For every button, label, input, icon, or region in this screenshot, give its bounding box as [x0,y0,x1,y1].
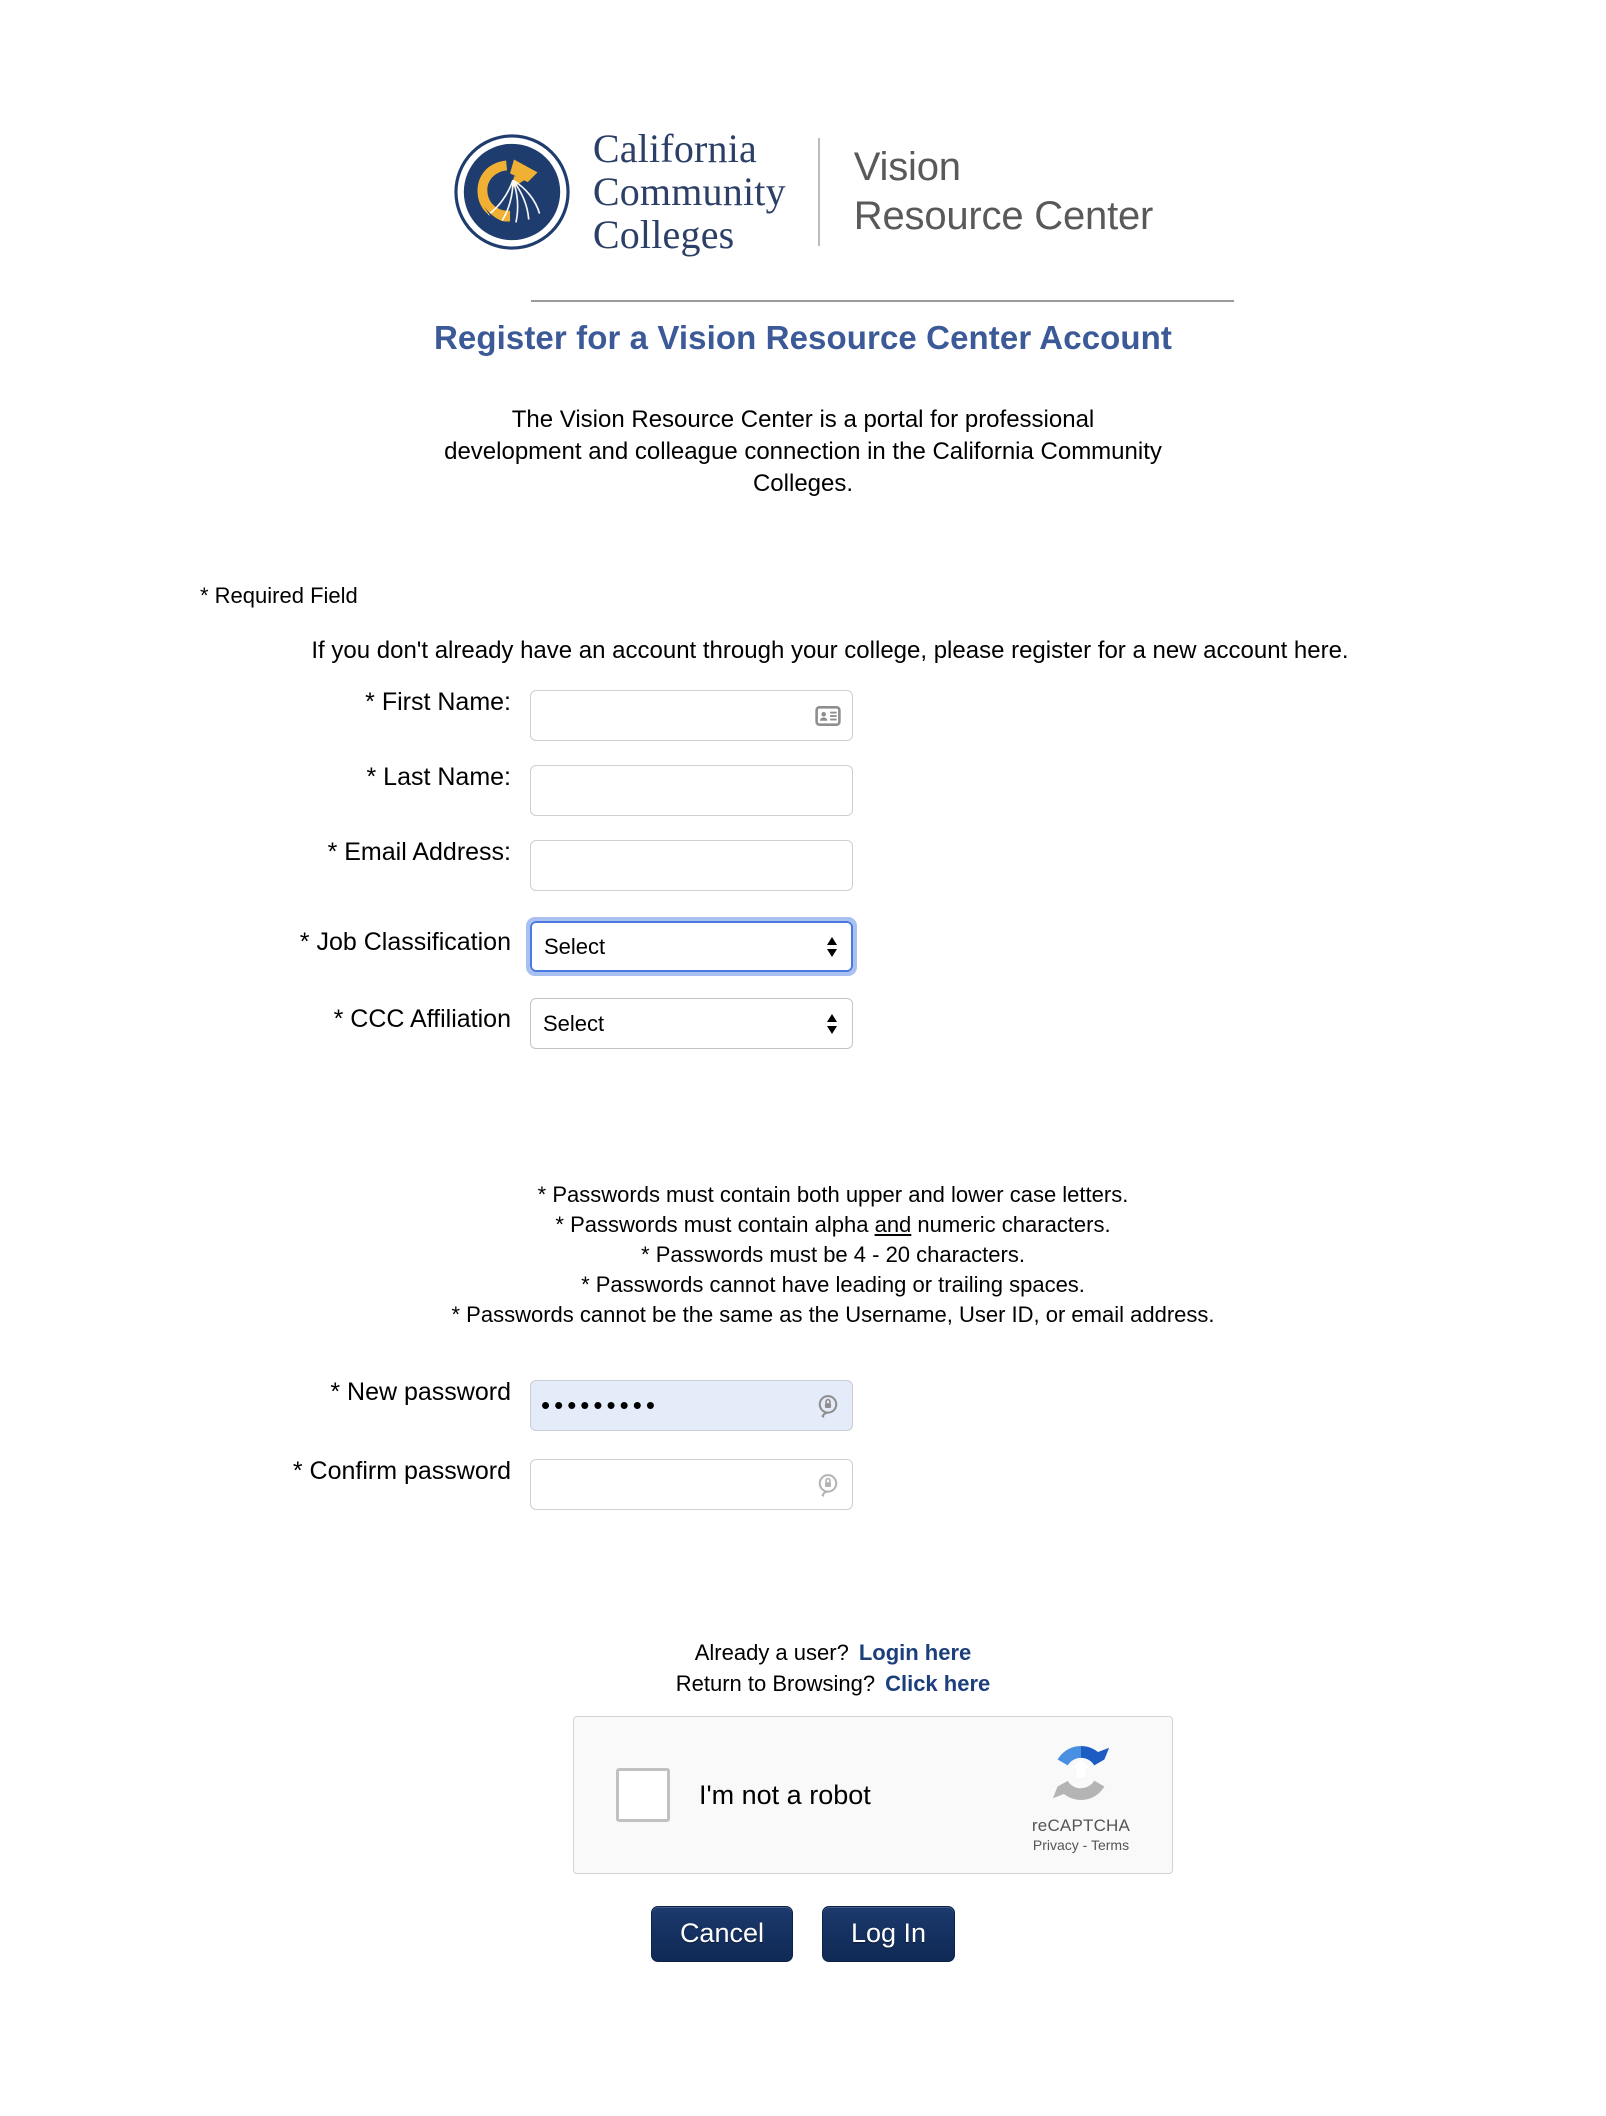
logo-lockup: California Community Colleges Vision Res… [453,126,1154,257]
org-name-line1: California [592,126,758,171]
recaptcha-label: I'm not a robot [699,1779,871,1810]
form-row-confirm-password: * Confirm password [0,1459,1606,1510]
register-note: If you don't already have an account thr… [311,637,1349,664]
already-user-line: Already a user? Login here [203,1637,1463,1668]
auth-links: Already a user? Login here Return to Brow… [203,1637,1463,1699]
form-row-ccc-affiliation: * CCC Affiliation Select [0,998,1606,1049]
header-divider [531,300,1234,302]
email-input[interactable] [530,840,853,891]
first-name-field-wrap [530,690,853,741]
job-classification-label: * Job Classification [299,928,511,956]
form-row-last-name: * Last Name: [0,765,1606,816]
ccc-affiliation-label: * CCC Affiliation [333,1005,511,1033]
password-rule-2-after: numeric characters. [911,1211,1111,1237]
password-rule-2-before: * Passwords must contain alpha [555,1211,875,1237]
form-row-new-password: * New password [0,1380,1606,1431]
page-title: Register for a Vision Resource Center Ac… [433,319,1173,356]
recaptcha-brand: reCAPTCHA Privacy - Terms [1006,1737,1156,1853]
product-name-line1: Vision [853,145,961,190]
click-here-link[interactable]: Click here [885,1671,990,1696]
login-button[interactable]: Log In [821,1906,956,1962]
password-rule-1: * Passwords must contain both upper and … [537,1182,1129,1207]
already-user-text: Already a user? [694,1640,849,1665]
recaptcha-brand-name: reCAPTCHA [1031,1816,1131,1835]
password-form: * New password * Confirm password [0,1380,1606,1510]
password-rule-5: * Passwords cannot be the same as the Us… [451,1301,1215,1327]
recaptcha-logo-icon [1052,1746,1110,1800]
password-rules: * Passwords must contain both upper and … [203,1180,1463,1330]
product-name-line2: Resource Center [853,194,1154,239]
new-password-label: * New password [330,1378,511,1406]
first-name-input[interactable] [530,690,853,741]
logo-divider [817,138,820,247]
form-actions: Cancel Log In [0,1906,1606,1962]
registration-page: California Community Colleges Vision Res… [0,0,1606,2116]
password-rule-2-underlined: and [874,1211,912,1237]
email-label: * Email Address: [327,838,511,866]
org-name-line3: Colleges [592,211,735,257]
job-classification-select-wrap: Select [526,917,857,976]
form-row-job-classification: * Job Classification Select [0,917,1606,976]
return-browsing-text: Return to Browsing? [675,1671,876,1697]
last-name-input[interactable] [530,765,853,816]
last-name-label: * Last Name: [366,763,511,791]
last-name-field-wrap [530,765,853,816]
email-field-wrap [530,840,853,891]
cancel-button[interactable]: Cancel [650,1906,793,1962]
password-rule-4: * Passwords cannot have leading or trail… [581,1271,1085,1297]
confirm-password-label: * Confirm password [292,1457,511,1485]
new-password-field-wrap [530,1380,853,1431]
job-classification-select[interactable]: Select [530,921,853,972]
new-password-input[interactable] [530,1380,853,1431]
recaptcha-checkbox[interactable] [616,1768,670,1822]
recaptcha-widget[interactable]: I'm not a robot reCAPTCHA Privacy - Term… [573,1716,1173,1874]
recaptcha-legal-links[interactable]: Privacy - Terms [1006,1837,1156,1853]
login-here-link[interactable]: Login here [859,1640,971,1665]
ccc-affiliation-select-wrap: Select [530,998,853,1049]
org-name-line2: Community [592,168,786,214]
return-browsing-line: Return to Browsing? Click here [203,1668,1463,1699]
page-intro: The Vision Resource Center is a portal f… [444,406,1162,497]
confirm-password-field-wrap [530,1459,853,1510]
org-name: California Community Colleges [592,126,786,257]
form-row-email: * Email Address: [0,840,1606,891]
confirm-password-input[interactable] [530,1459,853,1510]
password-rule-2: * Passwords must contain alpha and numer… [203,1210,1463,1240]
first-name-label: * First Name: [365,688,511,716]
form-row-first-name: * First Name: [0,690,1606,741]
brand-header: California Community Colleges Vision Res… [0,126,1606,257]
required-field-note: * Required Field [200,583,358,608]
password-rule-3: * Passwords must be 4 - 20 characters. [641,1241,1025,1267]
registration-form: * First Name: * Last Name: * Email Addre… [0,690,1606,1049]
ccc-affiliation-select[interactable]: Select [530,998,853,1049]
product-name: Vision Resource Center [853,143,1154,241]
ccc-seal-icon [454,134,570,250]
